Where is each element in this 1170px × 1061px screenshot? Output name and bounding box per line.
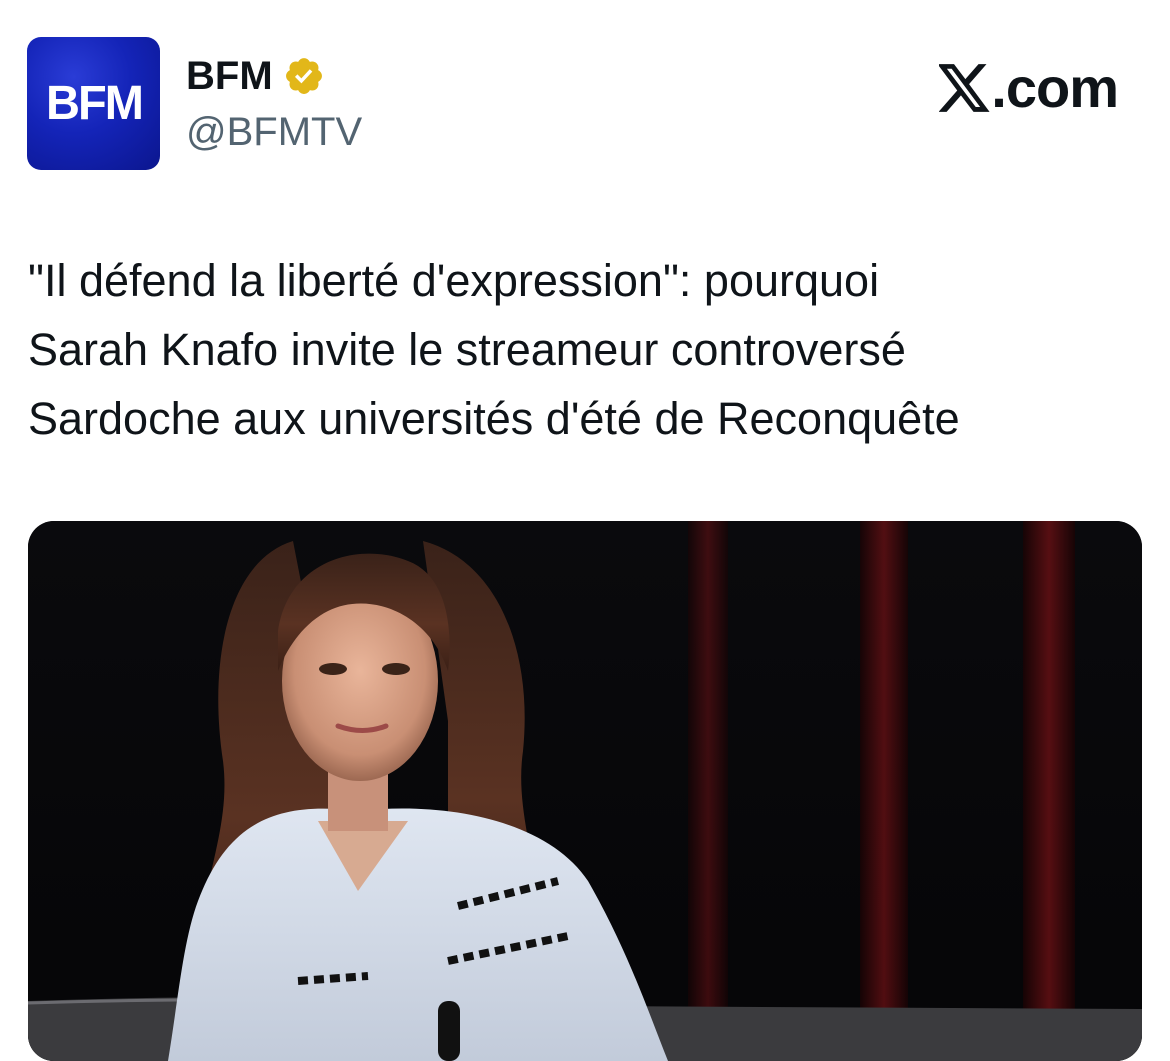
photo-illustration: [28, 521, 1142, 1061]
author-handle[interactable]: @BFMTV: [186, 108, 362, 156]
author-display-name[interactable]: BFM: [186, 52, 273, 100]
brand-domain-suffix: .com: [991, 56, 1119, 119]
x-com-watermark: .com: [937, 56, 1119, 119]
verified-badge-icon: [283, 55, 325, 97]
avatar-logo-text: BFM: [45, 77, 143, 130]
headline-line: "Il défend la liberté d'expression": pou…: [28, 255, 880, 306]
x-logo-icon: [937, 64, 991, 112]
headline-line: Sardoche aux universités d'été de Reconq…: [28, 393, 960, 444]
tweet-photo[interactable]: [28, 521, 1142, 1061]
headline-line: Sarah Knafo invite le streameur controve…: [28, 324, 906, 375]
author-name-row: BFM: [186, 52, 325, 100]
tweet-headline: "Il défend la liberté d'expression": pou…: [28, 246, 1138, 453]
avatar[interactable]: BFM: [27, 37, 160, 170]
